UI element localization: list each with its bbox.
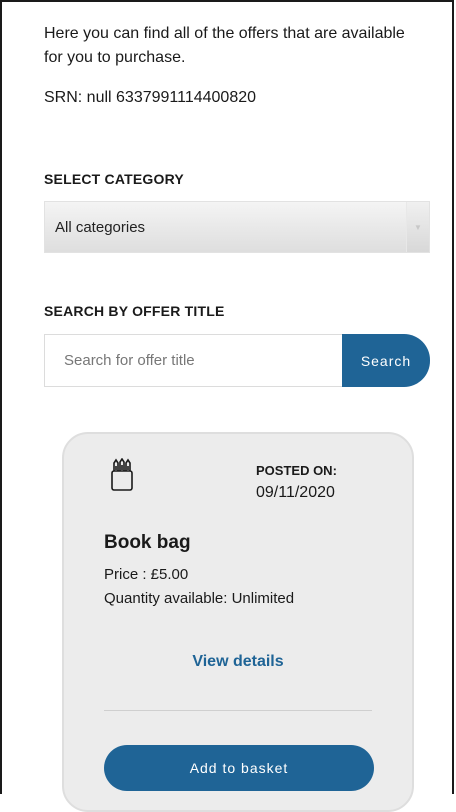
add-to-basket-button[interactable]: Add to basket [104, 745, 374, 791]
search-by-title-label: SEARCH BY OFFER TITLE [44, 303, 225, 319]
search-button[interactable]: Search [342, 334, 430, 387]
offer-quantity: Quantity available: Unlimited [104, 590, 295, 607]
select-category-label: SELECT CATEGORY [44, 171, 184, 187]
chevron-down-icon[interactable]: ▼ [406, 202, 429, 252]
card-divider [104, 710, 372, 711]
offer-title: Book bag [104, 532, 191, 553]
pencil-cup-icon [110, 457, 134, 497]
srn-text: SRN: null 6337991114400820 [44, 89, 257, 106]
search-input[interactable] [44, 334, 342, 387]
search-bar: Search [44, 334, 430, 387]
intro-text: Here you can find all of the offers that… [44, 25, 405, 66]
offer-price: Price : £5.00 [104, 566, 189, 583]
view-details-link[interactable]: View details [64, 653, 412, 671]
posted-on-label: POSTED ON: [256, 463, 337, 478]
category-select[interactable]: All categories ▼ [44, 201, 430, 253]
offer-card: POSTED ON: 09/11/2020 Book bag Price : £… [62, 432, 414, 812]
category-select-value: All categories [55, 218, 146, 236]
posted-date: 09/11/2020 [256, 484, 335, 501]
